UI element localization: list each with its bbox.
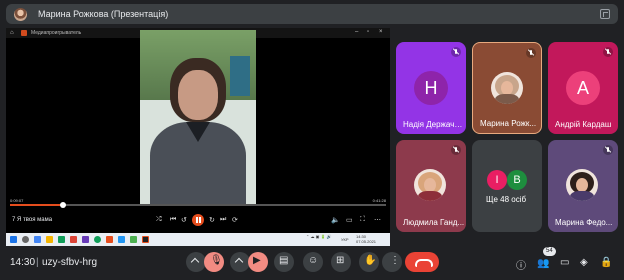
- presenter-name: Марина Рожкова (Презентація): [38, 9, 169, 19]
- seek-progress: [10, 204, 63, 206]
- audio-options-button[interactable]: [186, 252, 206, 272]
- separator: |: [36, 257, 39, 268]
- more-vert-icon: ⋮: [390, 255, 400, 266]
- present-icon: ⊞: [336, 255, 345, 266]
- maximize-icon[interactable]: ▫: [367, 29, 369, 35]
- pause-button[interactable]: [192, 214, 204, 226]
- miniplayer-icon[interactable]: ▭: [346, 216, 353, 224]
- previous-icon[interactable]: ⏮: [170, 216, 176, 224]
- participant-tile-active[interactable]: Марина Рожк...: [472, 42, 542, 134]
- time-total: 0:41:28: [372, 198, 386, 203]
- captions-button[interactable]: ▤: [274, 252, 294, 272]
- participant-name: Марина Рожк...: [480, 119, 537, 128]
- mic-off-icon: [526, 48, 536, 58]
- more-options-button[interactable]: ⋮: [382, 252, 402, 272]
- fullscreen-icon[interactable]: ⛶: [360, 216, 365, 224]
- camera-off-icon: ▶: [253, 255, 261, 266]
- home-icon[interactable]: ⌂: [10, 30, 14, 36]
- shuffle-icon[interactable]: ⤮: [156, 216, 162, 224]
- more-options-icon[interactable]: ⋯: [374, 216, 381, 224]
- chrome-icon[interactable]: [94, 236, 101, 243]
- video-background-window: [230, 56, 250, 96]
- search-icon[interactable]: [22, 236, 29, 243]
- player-window-title: Медиапроигрыватель: [31, 30, 82, 36]
- collapse-icon[interactable]: [600, 9, 610, 19]
- avatar: А: [566, 71, 600, 105]
- participant-name: Марина Федо...: [555, 218, 613, 227]
- participant-name: Надія Держаче...: [403, 120, 465, 129]
- presenter-avatar: [14, 7, 27, 21]
- close-icon[interactable]: ×: [379, 29, 383, 35]
- lock-icon[interactable]: 🔒: [600, 257, 612, 268]
- avatar: B: [507, 170, 527, 190]
- meet-window: Марина Рожкова (Презентація) ⌂ Медиапрои…: [0, 0, 624, 280]
- present-button[interactable]: ⊞: [331, 252, 351, 272]
- next-icon[interactable]: ⏭: [220, 216, 226, 224]
- participant-count-badge: 54: [543, 247, 556, 256]
- participant-tile[interactable]: Н Надія Держаче...: [396, 42, 466, 134]
- tray-language[interactable]: УКР: [341, 237, 349, 242]
- captions-icon: ▤: [279, 255, 289, 266]
- now-playing-title: 7 Я твоя мама: [12, 217, 53, 223]
- start-icon[interactable]: [10, 236, 17, 243]
- reactions-button[interactable]: ☺: [303, 252, 323, 272]
- raise-hand-button[interactable]: ✋: [359, 252, 379, 272]
- participant-name: Людмила Ганд...: [403, 218, 465, 227]
- participant-tile[interactable]: А Андрій Кардаш: [548, 42, 618, 134]
- seek-bar[interactable]: [10, 202, 386, 208]
- media-player-taskbar-icon[interactable]: [142, 236, 149, 243]
- mic-off-icon: [603, 145, 613, 155]
- app-icon[interactable]: [82, 236, 89, 243]
- video-options-button[interactable]: [230, 252, 250, 272]
- windows-taskbar: ⌃ ☁ ▣ 🔋 🔊 УКР 14:30 07.05.2021: [6, 233, 390, 246]
- shared-screen: ⌂ Медиапроигрыватель – ▫ × 7 Я твоя мама…: [6, 28, 390, 246]
- app-icon[interactable]: [130, 236, 137, 243]
- explorer-icon[interactable]: [46, 236, 53, 243]
- others-count: Ще 48 осіб: [486, 195, 527, 204]
- avatar-photo: [414, 169, 446, 201]
- app-icon[interactable]: [70, 236, 77, 243]
- mic-off-icon: 🎙: [210, 255, 223, 266]
- avatar-photo: [566, 169, 598, 201]
- people-icon[interactable]: 👥: [537, 258, 549, 269]
- seek-thumb[interactable]: [59, 202, 66, 208]
- avatar-photo: [491, 72, 523, 104]
- meeting-code: uzy-sfbv-hrg: [42, 257, 98, 268]
- app-icon[interactable]: [118, 236, 125, 243]
- video-frame[interactable]: [140, 30, 256, 206]
- time-elapsed: 0:09:07: [10, 198, 24, 203]
- app-icon[interactable]: [106, 236, 113, 243]
- tray-icons[interactable]: ⌃ ☁ ▣ 🔋 🔊: [306, 234, 332, 239]
- clock: 14:30: [10, 257, 36, 268]
- mic-off-icon: [603, 47, 613, 57]
- minimize-icon[interactable]: –: [355, 29, 358, 35]
- microphone-off-button[interactable]: 🎙: [204, 252, 224, 272]
- leave-call-button[interactable]: [405, 252, 439, 272]
- forward-icon[interactable]: ↻: [209, 216, 215, 224]
- store-icon[interactable]: [58, 236, 65, 243]
- camera-off-button[interactable]: ▶: [248, 252, 268, 272]
- media-player-app-icon: [21, 30, 27, 36]
- avatar: І: [487, 170, 507, 190]
- tray-date[interactable]: 07.05.2021: [356, 239, 376, 244]
- participant-tile[interactable]: Марина Федо...: [548, 140, 618, 232]
- info-icon[interactable]: ⓘ: [516, 257, 526, 272]
- avatar: Н: [414, 71, 448, 105]
- activities-icon[interactable]: ◈: [580, 257, 588, 268]
- participant-tile[interactable]: Людмила Ганд...: [396, 140, 466, 232]
- repeat-icon[interactable]: ⟳: [232, 216, 238, 224]
- chat-icon[interactable]: ▭: [560, 257, 569, 268]
- task-view-icon[interactable]: [34, 236, 41, 243]
- emoji-icon: ☺: [308, 255, 319, 266]
- mic-off-icon: [451, 145, 461, 155]
- rewind-icon[interactable]: ↺: [181, 216, 187, 224]
- volume-icon[interactable]: 🔈: [331, 216, 340, 224]
- others-tile[interactable]: І B Ще 48 осіб: [472, 140, 542, 232]
- hand-icon: ✋: [364, 255, 377, 266]
- presenter-bar[interactable]: Марина Рожкова (Презентація): [6, 4, 618, 24]
- mic-off-icon: [451, 47, 461, 57]
- participant-name: Андрій Кардаш: [555, 120, 612, 129]
- person-face: [178, 70, 218, 120]
